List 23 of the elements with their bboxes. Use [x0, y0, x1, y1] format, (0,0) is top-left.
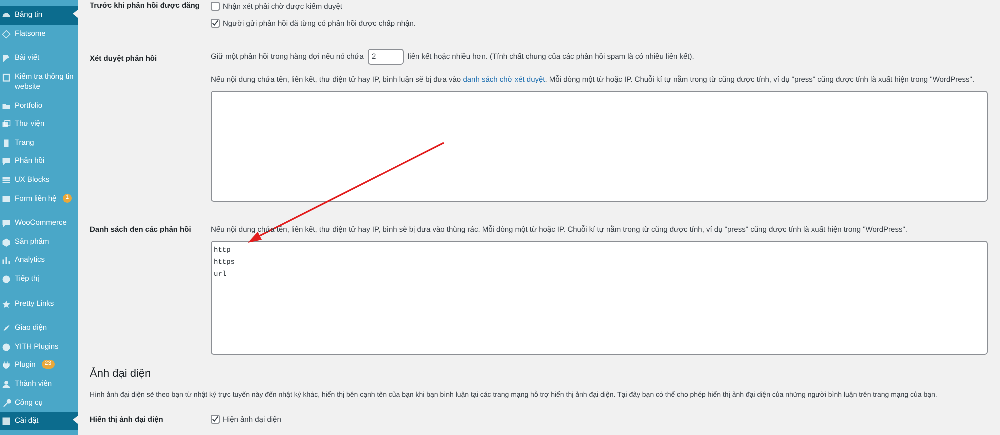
circle-icon [2, 342, 11, 352]
star-icon [2, 300, 11, 309]
user-icon [2, 380, 11, 389]
list-icon [2, 176, 11, 186]
diamond-icon [2, 30, 11, 39]
wrench-icon [2, 398, 11, 408]
folder-icon [2, 102, 11, 111]
speech-bubble-icon [2, 219, 11, 228]
media-icon [2, 120, 11, 130]
circle-icon [2, 275, 11, 284]
page-icon [2, 138, 11, 148]
plug-icon [2, 361, 11, 370]
bar-chart-icon [2, 256, 11, 266]
section-heading: Ảnh đại diện [90, 366, 152, 382]
text-area[interactable] [211, 90, 988, 202]
checkbox[interactable] [211, 19, 220, 28]
checkbox[interactable] [211, 2, 220, 12]
box-icon [2, 238, 11, 247]
brush-icon [2, 324, 11, 334]
checkbox[interactable] [211, 415, 220, 424]
speech-bubble-icon [2, 157, 11, 166]
clipboard-icon [2, 73, 11, 82]
pin-icon [2, 54, 11, 64]
